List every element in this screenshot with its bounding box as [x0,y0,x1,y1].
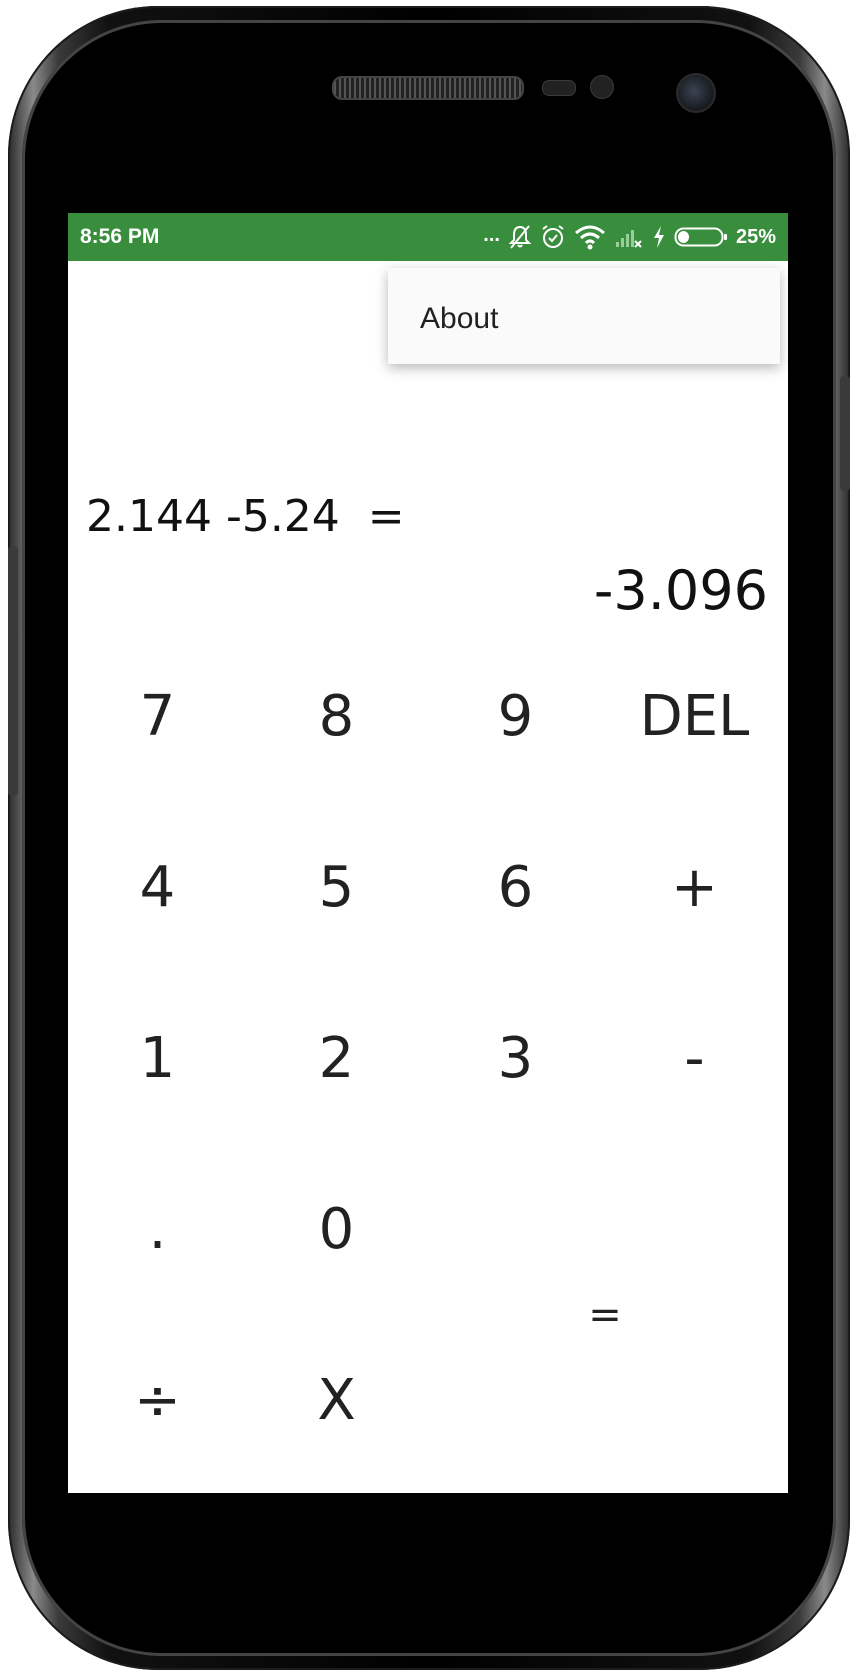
key-6[interactable]: 6 [426,802,605,973]
overflow-menu: About [388,268,780,364]
minus-button[interactable]: - [605,973,784,1144]
expression-display: 2.144 -5.24 = [86,491,405,542]
key-4[interactable]: 4 [68,802,247,973]
key-2[interactable]: 2 [247,973,426,1144]
delete-button[interactable]: DEL [605,631,784,802]
front-camera [676,73,716,113]
alarm-icon [542,225,564,248]
key-1[interactable]: 1 [68,973,247,1144]
charging-icon [653,226,664,248]
key-0[interactable]: 0 [247,1144,426,1315]
key-5[interactable]: 5 [247,802,426,973]
result-display: -3.096 [593,559,768,622]
light-sensor [590,75,614,99]
power-button [840,376,850,491]
battery-icon [674,227,727,247]
app-screen: 8:56 PM ... 25% About 2.144 -5.24 = -3.0… [68,213,788,1493]
wifi-icon [574,225,605,250]
key-3[interactable]: 3 [426,973,605,1144]
key-9[interactable]: 9 [426,631,605,802]
more-notifications-icon: ... [483,223,500,246]
volume-button [8,546,18,796]
decimal-button[interactable]: . [68,1144,247,1315]
battery-percent: 25% [735,225,776,248]
proximity-sensor [542,80,576,96]
status-icons: ... 25% [483,221,776,253]
earpiece-speaker [332,76,524,100]
divide-button[interactable]: ÷ [68,1315,247,1486]
menu-item-about[interactable]: About [420,302,498,336]
key-7[interactable]: 7 [68,631,247,802]
equals-button[interactable]: = [426,1144,784,1486]
key-8[interactable]: 8 [247,631,426,802]
no-signal-icon [615,230,642,248]
notifications-muted-icon [508,225,532,249]
multiply-button[interactable]: X [247,1315,426,1486]
plus-button[interactable]: + [605,802,784,973]
status-time: 8:56 PM [80,225,160,248]
status-bar: 8:56 PM ... 25% [68,213,788,261]
